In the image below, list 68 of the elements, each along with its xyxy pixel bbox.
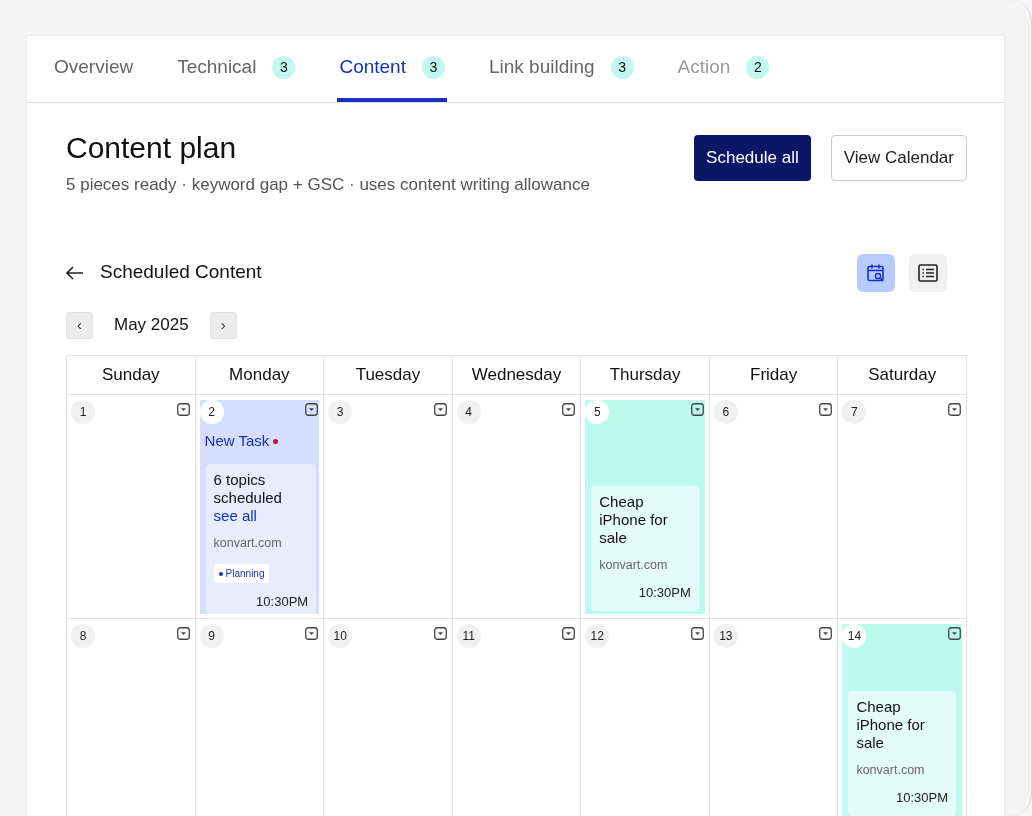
tab[interactable]: Overview	[52, 36, 136, 102]
dropdown-icon[interactable]	[948, 402, 961, 416]
weekday-header: Wednesday	[452, 355, 582, 395]
day-number: 6	[713, 399, 738, 424]
tab[interactable]: Technical 3	[175, 36, 298, 102]
day-number: 8	[71, 623, 95, 648]
site-label: konvart.com	[213, 535, 283, 552]
tab[interactable]: Link building 3	[486, 36, 636, 102]
dropdown-icon[interactable]	[819, 402, 833, 416]
dropdown-icon[interactable]	[948, 626, 961, 640]
day-number: 11	[456, 623, 481, 648]
month-label: May 2025	[114, 314, 189, 337]
view-calendar-button[interactable]: View Calendar	[830, 135, 967, 181]
count-badge: 3	[610, 55, 634, 79]
dropdown-icon[interactable]	[305, 402, 319, 416]
weekday-header: Monday	[195, 355, 325, 395]
event-summary: 6 topics scheduled	[213, 471, 283, 507]
day-number: 5	[585, 399, 610, 424]
weekday-header: Thursday	[581, 355, 710, 395]
event-title: Cheap iPhone for sale	[599, 493, 669, 548]
new-task-label: New Task	[204, 431, 270, 449]
next-month-button[interactable]: ›	[209, 311, 237, 339]
dropdown-icon[interactable]	[819, 626, 833, 640]
site-label: konvart.com	[856, 762, 926, 780]
weekday-header: Tuesday	[324, 355, 453, 395]
list-view-button[interactable]	[909, 253, 947, 292]
calendar-search-icon	[866, 262, 886, 283]
dropdown-icon[interactable]	[562, 402, 576, 416]
count-badge: 3	[272, 55, 296, 79]
list-icon	[918, 263, 938, 282]
status-tag: Planning	[213, 563, 270, 583]
dropdown-icon[interactable]	[562, 626, 576, 640]
weekday-header: Saturday	[838, 355, 967, 395]
dropdown-icon[interactable]	[433, 402, 447, 416]
count-badge: 3	[421, 55, 445, 79]
site-label: konvart.com	[599, 557, 669, 575]
day-number: 10	[328, 623, 353, 648]
dropdown-icon[interactable]	[176, 402, 190, 416]
dropdown-icon[interactable]	[690, 626, 704, 640]
previous-month-button[interactable]: ‹	[66, 311, 93, 339]
dropdown-icon[interactable]	[305, 626, 319, 640]
day-number: 14	[842, 623, 867, 648]
day-number: 1	[71, 399, 95, 424]
tab[interactable]: Content 3	[337, 36, 447, 102]
back-arrow-icon[interactable]	[66, 265, 84, 280]
day-number: 2	[199, 399, 224, 424]
see-all-link[interactable]: see all	[213, 507, 309, 525]
dropdown-icon[interactable]	[176, 626, 190, 640]
day-number: 9	[199, 623, 224, 648]
page-title: Content plan	[66, 131, 238, 164]
day-number: 3	[328, 399, 353, 424]
schedule-button[interactable]: Schedule all	[694, 135, 811, 181]
weekday-header: Sunday	[67, 355, 196, 395]
section-title: Scheduled Content	[100, 260, 262, 285]
day-number: 13	[713, 623, 738, 648]
dropdown-icon[interactable]	[690, 402, 704, 416]
weekday-header: Friday	[709, 355, 839, 395]
day-number: 4	[456, 399, 481, 424]
page-subtitle: 5 pieces ready · keyword gap + GSC · uses content writing allowance	[66, 174, 590, 196]
count-badge: 2	[746, 55, 770, 79]
event-title: Cheap iPhone for sale	[856, 698, 926, 753]
calendar-view-button[interactable]	[857, 253, 895, 292]
event-time: 10:30PM	[637, 584, 691, 602]
day-number: 12	[585, 623, 610, 648]
dropdown-icon[interactable]	[433, 626, 447, 640]
day-number: 7	[842, 399, 867, 424]
event-time: 10:30PM	[255, 592, 309, 611]
event-time: 10:30PM	[894, 789, 948, 807]
